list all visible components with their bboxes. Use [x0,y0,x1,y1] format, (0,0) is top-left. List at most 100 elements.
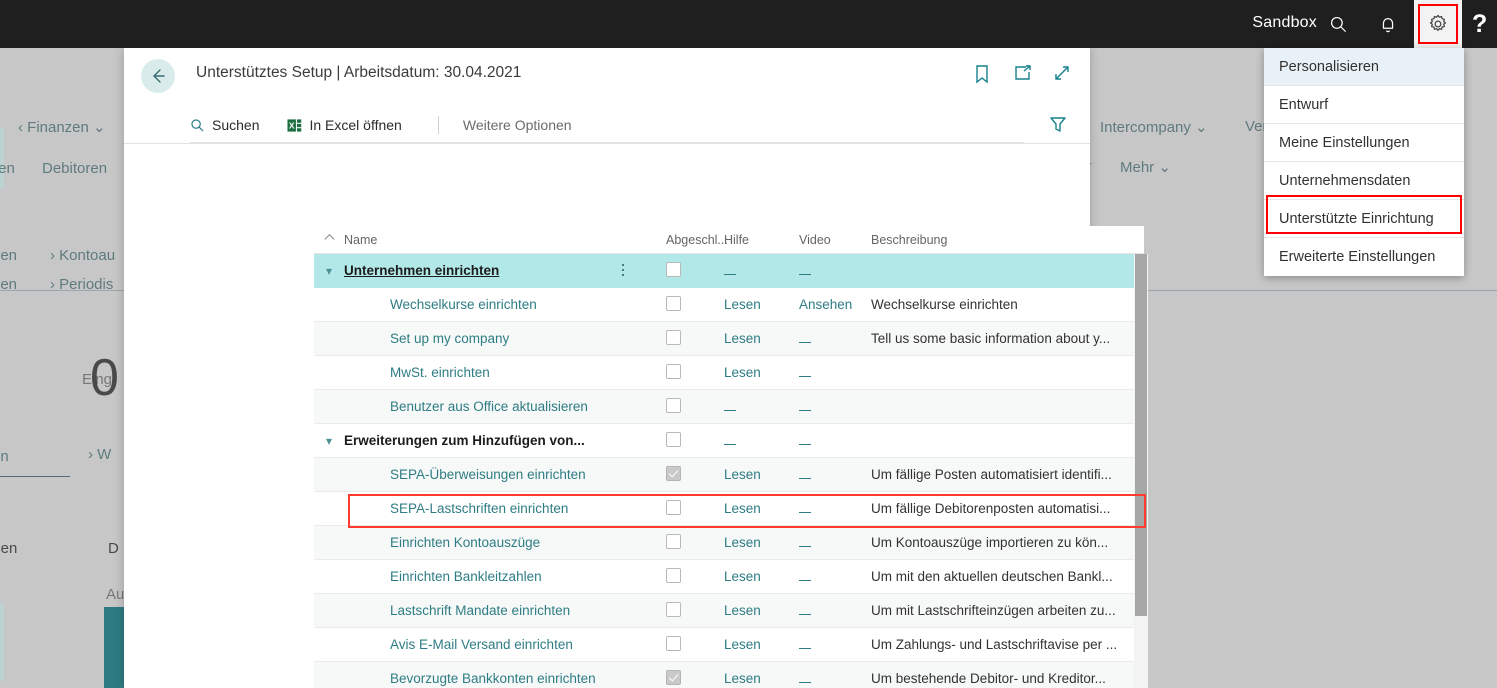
row-video-cell [799,433,871,448]
gear-icon[interactable] [1414,0,1462,48]
help-link[interactable]: Lesen [724,501,761,516]
row-name-link[interactable]: SEPA-Lastschriften einrichten [344,501,654,516]
column-header-description[interactable]: Beschreibung [871,233,1144,247]
row-help-cell[interactable]: Lesen [724,501,799,516]
help-link[interactable]: Lesen [724,535,761,550]
row-video-cell[interactable]: Ansehen [799,297,871,312]
table-row[interactable]: Einrichten Kontoauszüge Lesen Um Kontoausz… [314,526,1144,560]
settings-menu-item-1[interactable]: Entwurf [1264,86,1464,124]
row-help-cell[interactable]: Lesen [724,365,799,380]
row-help-cell[interactable]: Lesen [724,603,799,618]
checkbox-done[interactable] [666,363,681,379]
bookmark-icon[interactable] [973,64,993,84]
settings-menu-item-3[interactable]: Unternehmensdaten [1264,162,1464,200]
collapse-all-icon[interactable] [314,232,344,248]
checkbox-done[interactable] [666,669,681,685]
empty-dash [799,341,811,343]
filter-funnel-icon[interactable] [1048,114,1070,136]
help-link[interactable]: Lesen [724,297,761,312]
table-row[interactable]: Wechselkurse einrichten Lesen Ansehen Wechs… [314,288,1144,322]
checkbox-done[interactable] [666,635,681,651]
excel-icon: X [287,118,302,132]
row-name-link[interactable]: MwSt. einrichten [344,365,654,380]
row-name-link[interactable]: Lastschrift Mandate einrichten [344,603,654,618]
settings-menu-item-0[interactable]: Personalisieren [1264,48,1464,86]
chevron-down-icon[interactable]: ▾ [314,433,344,448]
open-in-new-window-icon[interactable] [1013,64,1033,84]
table-row[interactable]: Benutzer aus Office aktualisieren [314,390,1144,424]
settings-menu-item-2[interactable]: Meine Einstellungen [1264,124,1464,162]
settings-menu-item-4[interactable]: Unterstützte Einrichtung [1264,200,1464,238]
row-name-link[interactable]: Benutzer aus Office aktualisieren [344,399,654,414]
row-help-cell[interactable]: Lesen [724,671,799,686]
help-link[interactable]: Lesen [724,671,761,686]
video-link[interactable]: Ansehen [799,297,852,312]
row-video-cell [799,399,871,414]
table-row[interactable]: SEPA-Überweisungen einrichten Lesen Um fäl… [314,458,1144,492]
column-header-help[interactable]: Hilfe [724,233,799,247]
checkbox-done[interactable] [666,499,681,515]
row-name-link[interactable]: Bevorzugte Bankkonten einrichten [344,671,654,686]
row-help-cell[interactable]: Lesen [724,637,799,652]
checkbox-done[interactable] [666,329,681,345]
column-header-name[interactable]: Name [344,233,654,247]
settings-menu-item-5[interactable]: Erweiterte Einstellungen [1264,238,1464,276]
row-help-cell[interactable]: Lesen [724,535,799,550]
more-options-button[interactable]: Weitere Optionen [463,117,572,133]
open-in-excel-button[interactable]: X In Excel öffnen [287,117,415,133]
help-link[interactable]: Lesen [724,467,761,482]
row-name-link[interactable]: Einrichten Kontoauszüge [344,535,654,550]
chevron-down-icon[interactable]: ▾ [314,263,344,278]
empty-dash [799,443,811,445]
row-name-link[interactable]: Set up my company [344,331,654,346]
grid-scrollbar-thumb[interactable] [1135,254,1147,616]
help-link[interactable]: Lesen [724,365,761,380]
back-arrow-icon[interactable] [141,59,175,93]
checkbox-done[interactable] [666,295,681,311]
checkbox-done[interactable] [666,601,681,617]
row-name-link[interactable]: Einrichten Bankleitzahlen [344,569,654,584]
row-name-link[interactable]: Unternehmen einrichten [344,263,654,278]
row-name-link[interactable]: Wechselkurse einrichten [344,297,654,312]
row-help-cell[interactable]: Lesen [724,331,799,346]
help-link[interactable]: Lesen [724,569,761,584]
checkbox-done[interactable] [666,431,681,447]
row-done-cell [654,669,724,688]
table-row[interactable]: Set up my company Lesen Tell us some basic… [314,322,1144,356]
checkbox-done[interactable] [666,567,681,583]
row-help-cell[interactable]: Lesen [724,297,799,312]
row-video-cell [799,535,871,550]
row-help-cell[interactable]: Lesen [724,467,799,482]
column-header-video[interactable]: Video [799,233,871,247]
table-row[interactable]: Einrichten Bankleitzahlen Lesen Um mit den… [314,560,1144,594]
grid-scrollbar[interactable] [1134,254,1148,688]
row-name-link[interactable]: Avis E-Mail Versand einrichten [344,637,654,652]
row-help-cell[interactable]: Lesen [724,569,799,584]
dialog-header: Unterstütztes Setup | Arbeitsdatum: 30.0… [124,48,1090,106]
table-row[interactable]: ▾ Erweiterungen zum Hinzufügen von... [314,424,1144,458]
checkbox-done[interactable] [666,397,681,413]
table-row[interactable]: Lastschrift Mandate einrichten Lesen Um mi… [314,594,1144,628]
row-name-link[interactable]: Erweiterungen zum Hinzufügen von... [344,433,654,448]
row-more-menu-icon[interactable] [622,264,625,279]
table-row[interactable]: MwSt. einrichten Lesen [314,356,1144,390]
expand-icon[interactable] [1053,64,1073,84]
help-link[interactable]: Lesen [724,637,761,652]
search-icon[interactable] [1322,8,1354,40]
help-link[interactable]: Lesen [724,331,761,346]
row-name-link[interactable]: SEPA-Überweisungen einrichten [344,467,654,482]
help-link[interactable]: Lesen [724,603,761,618]
checkbox-done[interactable] [666,533,681,549]
help-icon[interactable]: ? [1472,10,1487,39]
column-header-done[interactable]: Abgeschl... [654,233,728,247]
top-navigation-bar: Sandbox ? [0,0,1497,48]
bell-icon[interactable] [1372,8,1404,40]
checkbox-done[interactable] [666,261,681,277]
toolbar-divider [437,116,439,134]
table-row[interactable]: Bevorzugte Bankkonten einrichten Lesen Um … [314,662,1144,688]
table-row[interactable]: Avis E-Mail Versand einrichten Lesen Um Za… [314,628,1144,662]
table-row[interactable]: SEPA-Lastschriften einrichten Lesen Um fäl… [314,492,1144,526]
checkbox-done[interactable] [666,465,681,481]
search-button[interactable]: Suchen [190,117,273,133]
table-row[interactable]: ▾ Unternehmen einrichten [314,254,1144,288]
